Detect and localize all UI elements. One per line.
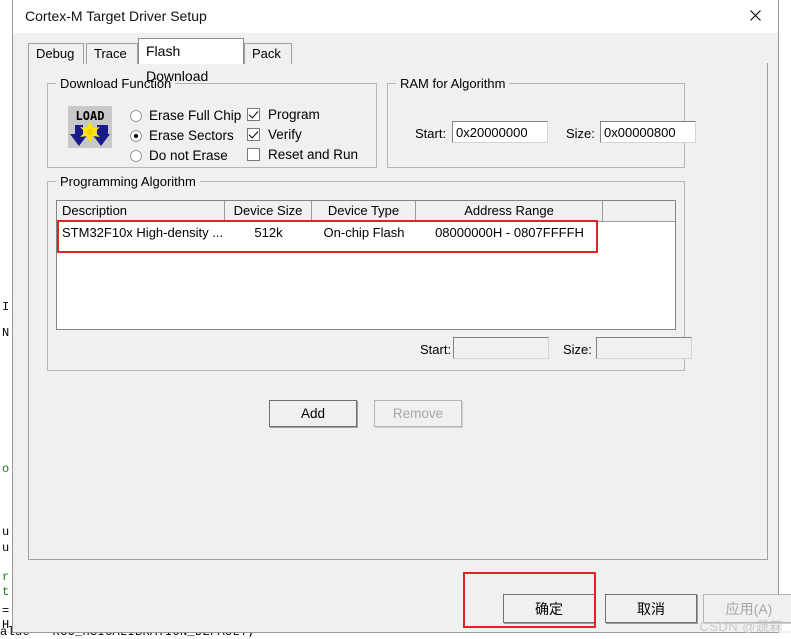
ram-size-label: Size: [566, 126, 595, 141]
tab-debug[interactable]: Debug [28, 43, 84, 64]
checkbox-verify[interactable]: Verify [247, 127, 302, 142]
svg-text:LOAD: LOAD [76, 109, 105, 123]
algo-size-input[interactable] [596, 337, 692, 359]
table-row[interactable]: STM32F10x High-density ... 512k On-chip … [57, 222, 675, 243]
bg-gutter-line: u [2, 541, 10, 555]
bg-gutter-line: = [2, 604, 10, 618]
add-button[interactable]: Add [269, 400, 357, 427]
algo-start-input[interactable] [453, 337, 549, 359]
cell-device-type: On-chip Flash [323, 225, 405, 240]
radio-label: Do not Erase [149, 148, 228, 163]
radio-erase-full-chip[interactable]: Erase Full Chip [130, 108, 241, 123]
tab-pack[interactable]: Pack [244, 43, 292, 64]
bg-gutter-line: N [2, 326, 10, 340]
column-header-device-type[interactable]: Device Type [312, 201, 416, 222]
watermark: CSDN @蔬菻 [699, 619, 783, 634]
radio-erase-sectors[interactable]: Erase Sectors [130, 128, 234, 143]
cancel-button[interactable]: 取消 [605, 594, 697, 623]
radio-indicator [130, 129, 142, 142]
remove-button[interactable]: Remove [374, 400, 462, 427]
dialog-footer: 确定 取消 应用(A) [13, 572, 791, 632]
radio-do-not-erase[interactable]: Do not Erase [130, 148, 228, 163]
bg-gutter-line: r [2, 570, 10, 584]
tab-trace[interactable]: Trace [86, 43, 138, 64]
group-title-ram-for-algorithm: RAM for Algorithm [396, 76, 510, 91]
bg-gutter-line: t [2, 585, 10, 599]
checkbox-label: Verify [268, 127, 302, 142]
checkbox-indicator [247, 148, 260, 161]
close-icon[interactable] [733, 0, 778, 31]
cell-spacer [603, 222, 675, 243]
group-download-function: Download Function LOAD Erase Full Chip E… [47, 76, 377, 168]
tab-page-flash-download: Download Function LOAD Erase Full Chip E… [28, 63, 768, 560]
column-header-spacer[interactable] [603, 201, 675, 222]
group-title-programming-algorithm: Programming Algorithm [56, 174, 200, 189]
programming-algorithm-table[interactable]: Description Device Size Device Type Addr… [56, 200, 676, 330]
target-driver-setup-dialog: Cortex-M Target Driver Setup Download Fu… [12, 0, 791, 633]
algo-start-label: Start: [420, 342, 452, 357]
table-header-row: Description Device Size Device Type Addr… [57, 201, 675, 222]
ram-size-input[interactable] [600, 121, 696, 143]
dialog-title: Cortex-M Target Driver Setup [25, 8, 207, 24]
checkbox-label: Program [268, 107, 320, 122]
ram-start-input[interactable] [452, 121, 548, 143]
column-header-description[interactable]: Description [57, 201, 225, 222]
bg-gutter-line: o [2, 462, 10, 476]
column-header-device-size[interactable]: Device Size [225, 201, 312, 222]
radio-label: Erase Full Chip [149, 108, 242, 123]
ok-button[interactable]: 确定 [503, 594, 595, 623]
checkbox-program[interactable]: Program [247, 107, 320, 122]
checkbox-indicator [247, 128, 260, 141]
radio-indicator [130, 149, 142, 162]
radio-label: Erase Sectors [149, 128, 234, 143]
cell-device-size: 512k [254, 225, 283, 240]
column-header-address-range[interactable]: Address Range [416, 201, 603, 222]
cell-address-range: 08000000H - 0807FFFFH [435, 225, 584, 240]
checkbox-indicator [247, 108, 260, 121]
radio-indicator [130, 109, 142, 122]
checkbox-reset-and-run[interactable]: Reset and Run [247, 147, 358, 162]
cell-description: STM32F10x High-density ... [62, 225, 224, 240]
group-ram-for-algorithm: RAM for Algorithm Start: Size: [387, 76, 696, 168]
group-programming-algorithm: Programming Algorithm Description Device… [47, 174, 692, 371]
dialog-titlebar: Cortex-M Target Driver Setup [13, 0, 778, 33]
checkbox-label: Reset and Run [268, 147, 359, 162]
tabstrip: Debug Trace Flash Download Pack [28, 38, 768, 84]
bg-gutter-line: u [2, 525, 10, 539]
ram-start-label: Start: [415, 126, 447, 141]
tab-flash-download[interactable]: Flash Download [138, 38, 244, 84]
load-icon: LOAD [68, 106, 112, 148]
bg-gutter-line: I [2, 300, 10, 314]
algo-size-label: Size: [563, 342, 592, 357]
